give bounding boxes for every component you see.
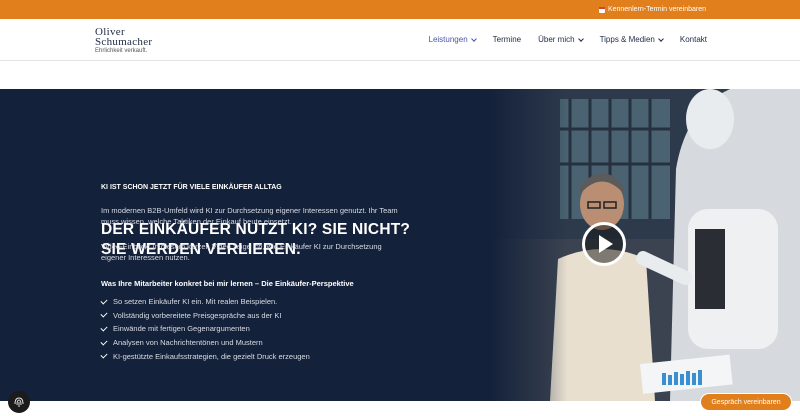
nav-item-leistungen[interactable]: Leistungen — [428, 35, 477, 44]
nav-item-label: Tipps & Medien — [599, 35, 655, 44]
checkmark-icon — [100, 351, 108, 359]
appointment-link[interactable]: Kennenlern-Termin vereinbaren — [598, 6, 706, 13]
checkmark-icon — [100, 338, 108, 346]
nav-item-label: Leistungen — [428, 35, 468, 44]
play-icon — [599, 235, 613, 253]
logo[interactable]: Oliver Schumacher Ehrlichkeit verkauft. — [95, 27, 153, 55]
nav-item-termine[interactable]: Termine — [493, 35, 521, 44]
nav-item-kontakt[interactable]: Kontakt — [680, 35, 707, 44]
book-call-button[interactable]: Gespräch vereinbaren — [700, 393, 792, 411]
logo-tagline: Ehrlichkeit verkauft. — [95, 48, 148, 54]
chevron-down-icon — [577, 35, 584, 42]
main-nav: Leistungen Termine Über mich Tipps & Med… — [412, 35, 708, 44]
chevron-down-icon — [658, 35, 664, 42]
nav-item-ueber-mich[interactable]: Über mich — [538, 35, 584, 44]
privacy-badge[interactable] — [8, 391, 30, 413]
list-item: Vollständig vorbereitete Preisgespräche … — [100, 309, 310, 323]
top-bar: Kennenlern-Termin vereinbaren — [0, 0, 800, 19]
hero-subheading: Was Ihre Mitarbeiter konkret bei mir ler… — [101, 279, 354, 288]
appointment-link-label: Kennenlern-Termin vereinbaren — [607, 6, 706, 13]
nav-item-label: Über mich — [538, 35, 575, 44]
list-item-text: Vollständig vorbereitete Preisgespräche … — [113, 310, 282, 320]
hero-video-thumbnail[interactable] — [490, 89, 800, 401]
list-item: KI-gestützte Einkaufsstrategien, die gez… — [100, 349, 310, 363]
checkmark-icon — [100, 324, 108, 332]
list-item: Analysen von Nachrichtentönen und Muster… — [100, 336, 310, 350]
list-item: So setzen Einkäufer KI ein. Mit realen B… — [100, 295, 310, 309]
page-content-below-hero — [0, 401, 800, 416]
chevron-down-icon — [470, 35, 477, 42]
nav-item-tipps-medien[interactable]: Tipps & Medien — [599, 35, 664, 44]
nav-item-label: Termine — [492, 35, 522, 44]
list-item-text: Analysen von Nachrichtentönen und Muster… — [113, 338, 263, 348]
site-header: Oliver Schumacher Ehrlichkeit verkauft. … — [0, 19, 800, 61]
benefit-list: So setzen Einkäufer KI ein. Mit realen B… — [100, 295, 310, 363]
video-play-button[interactable] — [582, 222, 626, 266]
logo-line-2: Schumacher — [95, 36, 153, 48]
calendar-icon — [598, 6, 605, 13]
list-item-text: KI-gestützte Einkaufsstrategien, die gez… — [113, 351, 310, 361]
checkmark-icon — [100, 297, 108, 305]
hero-paragraph-1: Im modernen B2B-Umfeld wird KI zur Durch… — [101, 206, 398, 226]
hero-kicker: KI IST SCHON JETZT FÜR VIELE EINKÄUFER A… — [101, 184, 282, 191]
list-item-text: So setzen Einkäufer KI ein. Mit realen B… — [113, 297, 278, 307]
hero-paragraph-2: Video-Einblick: In diesem kurzen Video z… — [101, 242, 382, 262]
fingerprint-icon — [14, 397, 24, 407]
list-item: Einwände mit fertigen Gegenargumenten — [100, 322, 310, 336]
nav-item-label: Kontakt — [679, 35, 707, 44]
checkmark-icon — [100, 310, 108, 318]
list-item-text: Einwände mit fertigen Gegenargumenten — [113, 324, 250, 334]
book-call-button-label: Gespräch vereinbaren — [711, 398, 781, 406]
